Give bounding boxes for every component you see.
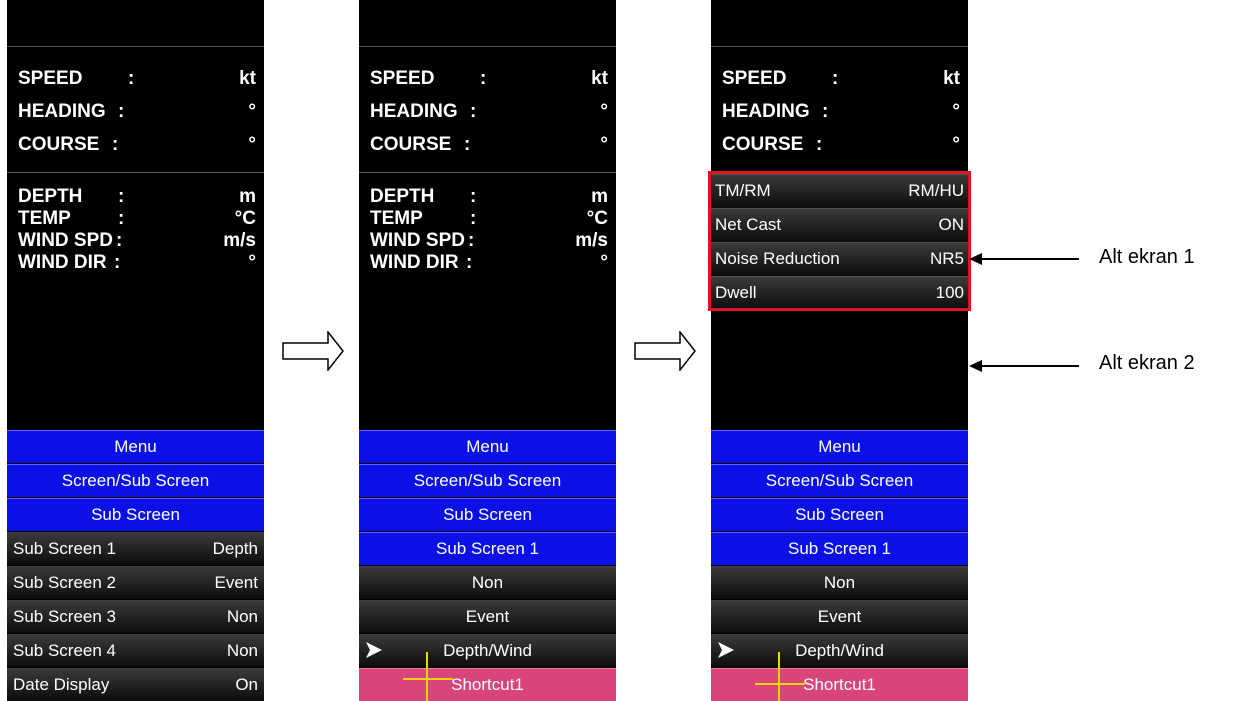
top-blank-area xyxy=(359,0,616,47)
crosshair-cursor-vertical xyxy=(426,652,428,701)
screen-sub-screen-item[interactable]: Screen/Sub Screen xyxy=(7,464,264,497)
sub-screen-item[interactable]: Sub Screen xyxy=(359,498,616,531)
crosshair-cursor-icon xyxy=(755,683,805,685)
sub-screen-1-item[interactable]: Sub Screen 1 xyxy=(359,532,616,565)
date-display-setting[interactable]: Date Display On xyxy=(7,668,264,701)
wind-spd-row: WIND SPD: m/s xyxy=(370,230,608,251)
shortcut-button[interactable]: Shortcut1 xyxy=(711,668,968,701)
divider xyxy=(359,172,616,173)
speed-row: SPEED: kt xyxy=(370,68,608,89)
arrow-left-icon xyxy=(969,360,1079,372)
arrow-left-icon xyxy=(969,253,1079,265)
option-event[interactable]: Event xyxy=(711,600,968,633)
course-row: COURSE: ° xyxy=(18,134,256,155)
heading-row: HEADING: ° xyxy=(370,101,608,122)
speed-row: SPEED: kt xyxy=(18,68,256,89)
option-depth-wind[interactable]: Depth/Wind xyxy=(711,634,968,667)
depth-row: DEPTH: m xyxy=(18,186,256,207)
wind-dir-row: WIND DIR: ° xyxy=(370,252,608,273)
wind-dir-row: WIND DIR: ° xyxy=(18,252,256,273)
heading-row: HEADING: ° xyxy=(18,101,256,122)
course-row: COURSE: ° xyxy=(722,134,960,155)
annotation-alt-ekran-2: Alt ekran 2 xyxy=(1099,352,1195,374)
heading-row: HEADING: ° xyxy=(722,101,960,122)
menu-title: Menu xyxy=(711,430,968,463)
screen-sub-screen-item[interactable]: Screen/Sub Screen xyxy=(359,464,616,497)
arrow-right-outline-icon xyxy=(282,331,344,371)
sub-screen-item[interactable]: Sub Screen xyxy=(711,498,968,531)
crosshair-cursor-vertical xyxy=(778,652,780,701)
arrow-right-outline-icon xyxy=(634,331,696,371)
chevron-right-icon xyxy=(366,642,382,658)
option-event[interactable]: Event xyxy=(359,600,616,633)
option-depth-wind-label: Depth/Wind xyxy=(443,641,532,660)
sub-screen-1-item[interactable]: Sub Screen 1 xyxy=(711,532,968,565)
option-depth-wind-label: Depth/Wind xyxy=(795,641,884,660)
top-blank-area xyxy=(711,0,968,47)
crosshair-cursor-icon xyxy=(403,678,453,680)
shortcut-button[interactable]: Shortcut1 xyxy=(359,668,616,701)
top-blank-area xyxy=(7,0,264,47)
panel-1-sub-screen-settings: SPEED: kt HEADING: ° COURSE: ° DEPTH: m TEMP… xyxy=(7,0,264,701)
panel-2-sub-screen-1-options: SPEED: kt HEADING: ° COURSE: ° DEPTH: m TEMP… xyxy=(359,0,616,701)
menu-title: Menu xyxy=(359,430,616,463)
chevron-right-icon xyxy=(718,642,734,658)
sub-screen-item[interactable]: Sub Screen xyxy=(7,498,264,531)
panel-3-depth-wind-sub-screen: SPEED: kt HEADING: ° COURSE: ° TM/RM RM/HU N… xyxy=(711,0,968,701)
screen-sub-screen-item[interactable]: Screen/Sub Screen xyxy=(711,464,968,497)
sub-screen-2-setting[interactable]: Sub Screen 2 Event xyxy=(7,566,264,599)
option-depth-wind[interactable]: Depth/Wind xyxy=(359,634,616,667)
option-non[interactable]: Non xyxy=(711,566,968,599)
wind-spd-row: WIND SPD: m/s xyxy=(18,230,256,251)
option-non[interactable]: Non xyxy=(359,566,616,599)
menu-title: Menu xyxy=(7,430,264,463)
divider xyxy=(7,172,264,173)
annotation-alt-ekran-1: Alt ekran 1 xyxy=(1099,246,1195,268)
sub-screen-1-setting[interactable]: Sub Screen 1 Depth xyxy=(7,532,264,565)
sub-screen-3-setting[interactable]: Sub Screen 3 Non xyxy=(7,600,264,633)
course-row: COURSE: ° xyxy=(370,134,608,155)
depth-row: DEPTH: m xyxy=(370,186,608,207)
speed-row: SPEED: kt xyxy=(722,68,960,89)
temp-row: TEMP: °C xyxy=(18,208,256,229)
temp-row: TEMP: °C xyxy=(370,208,608,229)
sub-screen-4-setting[interactable]: Sub Screen 4 Non xyxy=(7,634,264,667)
sub-screen-1-highlight xyxy=(708,171,971,311)
